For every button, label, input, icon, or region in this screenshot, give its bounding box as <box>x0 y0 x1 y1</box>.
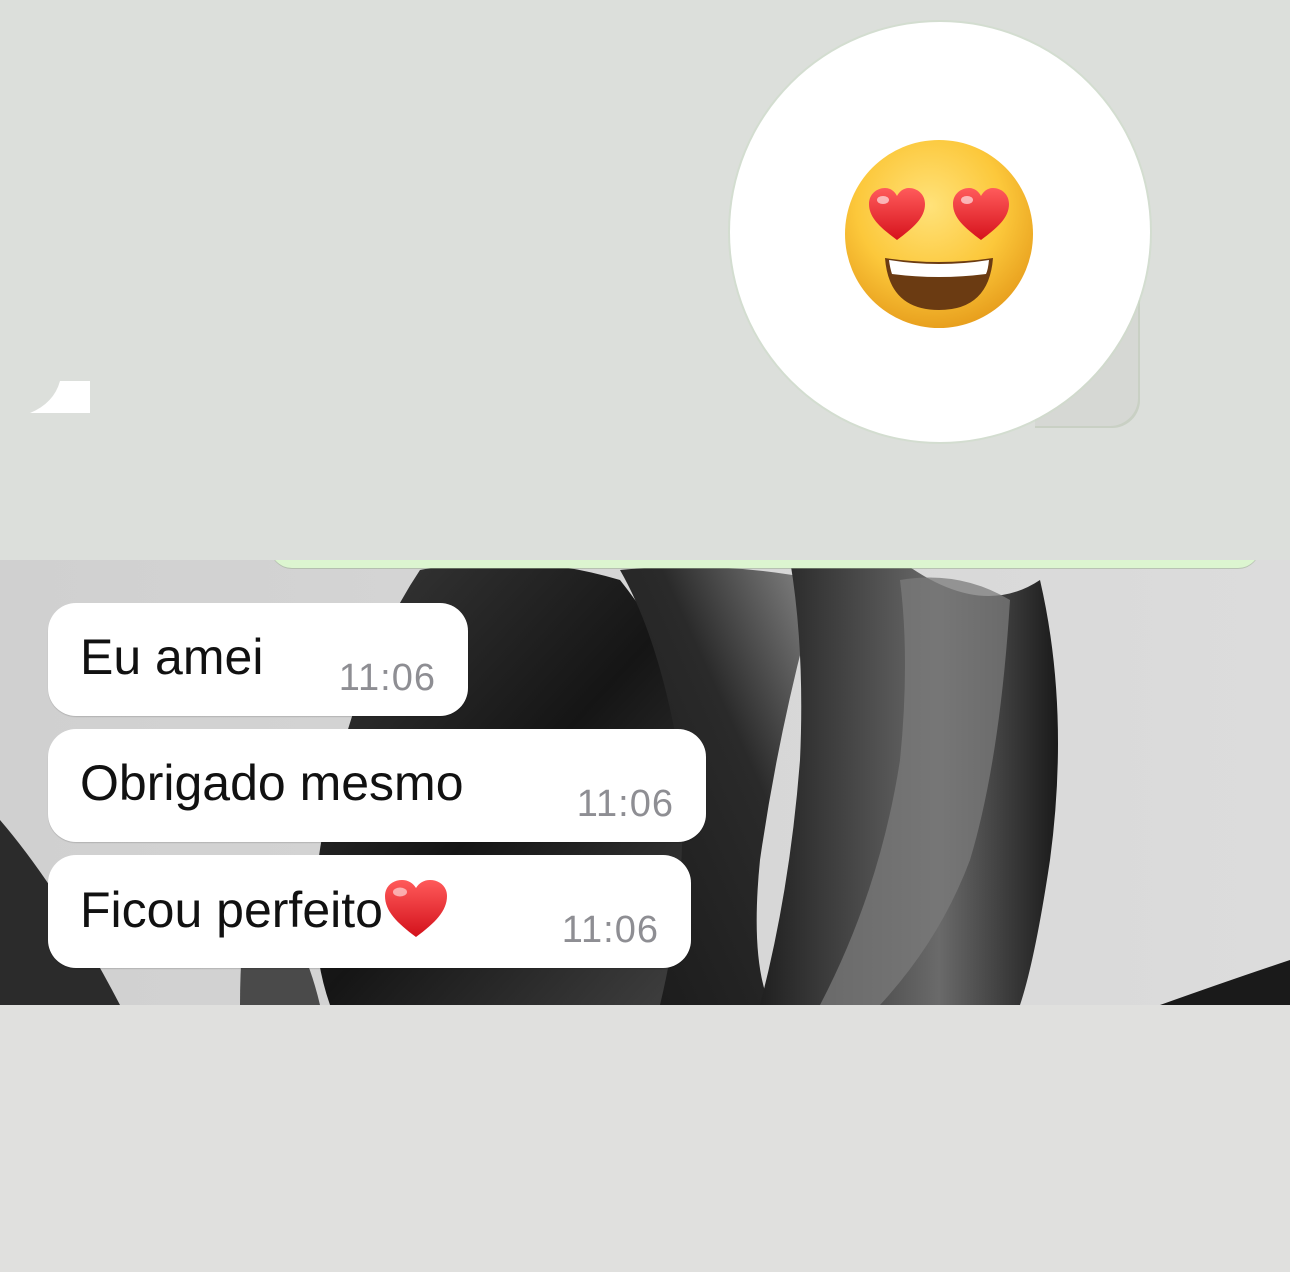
red-heart-emoji-icon <box>384 880 447 937</box>
message-time: 11:06 <box>576 783 674 825</box>
incoming-bubble-tail <box>30 381 90 413</box>
incoming-message[interactable]: Ficou perfeito 11:06 <box>48 855 691 968</box>
outgoing-bubble-edge <box>270 560 1260 568</box>
message-time: 11:06 <box>561 909 659 951</box>
message-time: 11:06 <box>338 657 436 699</box>
incoming-message[interactable]: Obrigado mesmo 11:06 <box>48 729 706 842</box>
message-text: Eu amei <box>80 629 264 685</box>
heart-eyes-emoji-icon <box>845 140 1033 328</box>
message-text: Ficou perfeito <box>80 882 383 938</box>
message-text-row: Ficou perfeito <box>80 879 449 940</box>
message-text: Obrigado mesmo <box>80 755 464 811</box>
bottom-background <box>0 1005 1290 1272</box>
incoming-message[interactable]: Eu amei 11:06 <box>48 603 468 716</box>
